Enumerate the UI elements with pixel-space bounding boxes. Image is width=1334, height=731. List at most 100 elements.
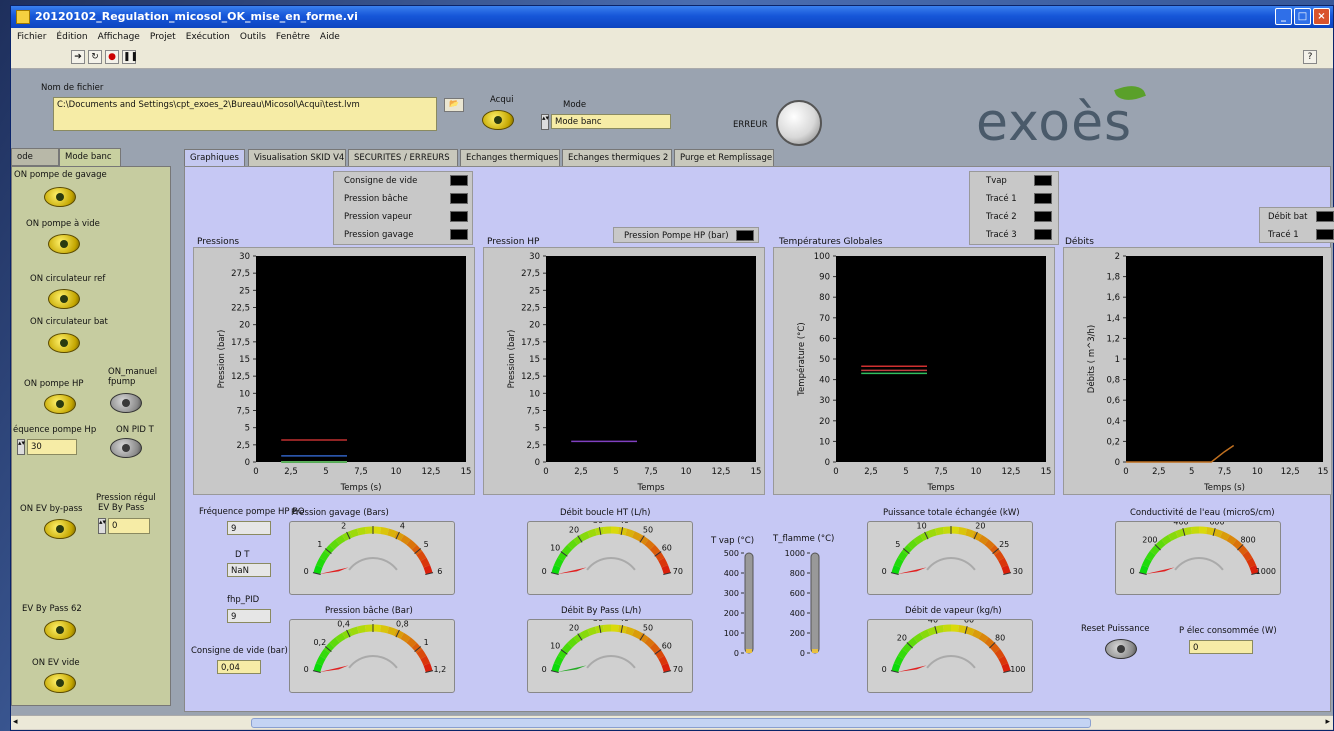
maximize-icon[interactable]: □ [1294, 8, 1311, 25]
gauge-scale-segment [567, 637, 578, 648]
on-circ-bat-toggle[interactable] [48, 333, 80, 353]
horizontal-scrollbar[interactable]: ◂ ▸ [11, 715, 1333, 729]
gauge-scale-segment [958, 625, 968, 634]
on-pompe-gavage-toggle[interactable] [44, 187, 76, 207]
on-manuel-label: ON_manuel [108, 367, 158, 377]
menu-affichage[interactable]: Affichage [98, 32, 140, 42]
gauge-tick-label: 1,2 [433, 665, 446, 674]
gauge-scale-segment [984, 637, 995, 648]
x-tick-label: 5 [1189, 467, 1194, 477]
gauge-tick-label: 3 [370, 521, 375, 524]
tab-echanges-thermiques-2[interactable]: Echanges thermiques 2 [562, 149, 672, 167]
tab-mode-auto[interactable]: ode auto [11, 148, 59, 178]
gauge-scale-segment [934, 625, 944, 634]
gauge-scale-segment [958, 527, 968, 536]
on-circ-ref-toggle[interactable] [48, 289, 80, 309]
gauge-scale-segment [349, 626, 359, 636]
pression-regul-stepper[interactable]: ▴▾ [98, 518, 106, 534]
browse-folder-icon[interactable]: 📂 [444, 98, 464, 112]
gauge-tick-label: 400 [1173, 521, 1188, 526]
x-tick-label: 10 [971, 467, 982, 477]
tab-purge-remplissage[interactable]: Purge et Remplissage [674, 149, 774, 167]
file-path-input[interactable]: C:\Documents and Settings\cpt_exoes_2\Bu… [53, 97, 437, 131]
gauge-tick-label: 60 [964, 619, 974, 624]
on-pompe-vide-toggle[interactable] [48, 234, 80, 254]
ev-by-pass-label: EV By Pass [98, 503, 145, 513]
scroll-thumb[interactable] [251, 718, 1091, 728]
gauge-tick-label: 5 [424, 540, 429, 549]
y-tick-label: 60 [819, 334, 830, 344]
ev-by-pass-62-toggle[interactable] [44, 620, 76, 640]
pression-regul-input[interactable]: 0 [108, 518, 150, 534]
run-arrow-icon[interactable]: ➔ [71, 50, 85, 64]
thermometer-tick-label: 1000 [785, 549, 805, 558]
gauge-tick-label: 100 [1010, 665, 1025, 674]
y-tick-label: 15 [529, 355, 540, 365]
on-ev-vide-toggle[interactable] [44, 673, 76, 693]
on-circ-ref-label: ON circulateur ref [30, 274, 106, 284]
help-icon[interactable]: ? [1303, 50, 1317, 64]
minimize-icon[interactable]: _ [1275, 8, 1292, 25]
gauge-scale-segment [423, 565, 433, 575]
gauge-scale-segment [567, 539, 578, 550]
y-tick-label: 17,5 [521, 338, 540, 348]
menu-aide[interactable]: Aide [320, 32, 340, 42]
reset-puissance-button[interactable] [1105, 639, 1137, 659]
gauge-scale-segment [661, 663, 671, 673]
menu-fichier[interactable]: Fichier [17, 32, 46, 42]
tab-echanges-thermiques[interactable]: Echanges thermiques [460, 149, 560, 167]
acqui-button[interactable] [482, 110, 514, 130]
y-tick-label: 17,5 [231, 338, 250, 348]
gauge-scale-segment [950, 624, 960, 632]
thermometer-tick-label: 400 [724, 569, 739, 578]
frequence-pompe-stepper[interactable]: ▴▾ [17, 439, 25, 455]
on-pompe-vide-label: ON pompe à vide [26, 219, 100, 229]
gauge-tick-label: 0,8 [396, 620, 409, 629]
x-tick-label: 2,5 [284, 467, 298, 477]
gauge-tick-label: 5 [895, 540, 900, 549]
gauge-scale-segment [610, 624, 620, 632]
thermometer-tick-label: 100 [724, 629, 739, 638]
scroll-right-icon[interactable]: ▸ [1325, 717, 1330, 727]
legend-swatch [450, 193, 468, 204]
menu-outils[interactable]: Outils [240, 32, 266, 42]
y-tick-label: 15 [239, 355, 250, 365]
consigne-vide-input[interactable]: 0,04 [217, 660, 261, 674]
gauge-scale-segment [587, 626, 597, 636]
frequence-pompe-hp-input[interactable]: 30 [27, 439, 77, 455]
gauge-scale-segment [587, 528, 597, 538]
menu-fenetre[interactable]: Fenêtre [276, 32, 310, 42]
scroll-left-icon[interactable]: ◂ [13, 717, 18, 727]
gauge-scale-segment [406, 539, 417, 550]
gauge-tick-label: 0,2 [313, 638, 326, 647]
gauge-scale-segment [658, 557, 669, 568]
abort-icon[interactable]: ● [105, 50, 119, 64]
gauge-tick-label: 10 [550, 543, 560, 552]
close-icon[interactable]: × [1313, 8, 1330, 25]
on-pompe-hp-toggle[interactable] [44, 394, 76, 414]
menu-projet[interactable]: Projet [150, 32, 176, 42]
gauge-inner-arc [586, 557, 636, 571]
x-tick-label: 0 [253, 467, 258, 477]
on-manuel-fpump-toggle[interactable] [110, 393, 142, 413]
gauge-scale-segment [406, 637, 417, 648]
tab-securites-erreurs[interactable]: SECURITES / ERREURS [348, 149, 458, 167]
title-bar[interactable]: 20120102_Regulation_micosol_OK_mise_en_f… [11, 6, 1333, 28]
on-ev-bypass-toggle[interactable] [44, 519, 76, 539]
pause-icon[interactable]: ❚❚ [122, 50, 138, 64]
run-continuous-icon[interactable]: ↻ [88, 50, 102, 64]
y-tick-label: 1 [1115, 355, 1120, 365]
thermometer-tube [744, 552, 754, 654]
gauge-scale-segment [561, 544, 573, 556]
legend-entry: Pression Pompe HP (bar) [624, 231, 729, 241]
menu-edition[interactable]: Édition [56, 32, 87, 42]
on-pid-t-toggle[interactable] [110, 438, 142, 458]
menu-execution[interactable]: Exécution [186, 32, 230, 42]
mode-select[interactable]: Mode banc [551, 114, 671, 129]
legend-swatch [450, 175, 468, 186]
tab-visualisation-skid[interactable]: Visualisation SKID V4 [248, 149, 346, 167]
mode-stepper[interactable]: ▴▾ [541, 114, 549, 130]
tab-mode-banc[interactable]: Mode banc [59, 148, 121, 166]
y-tick-label: 30 [819, 396, 830, 406]
y-tick-label: 30 [529, 252, 540, 262]
